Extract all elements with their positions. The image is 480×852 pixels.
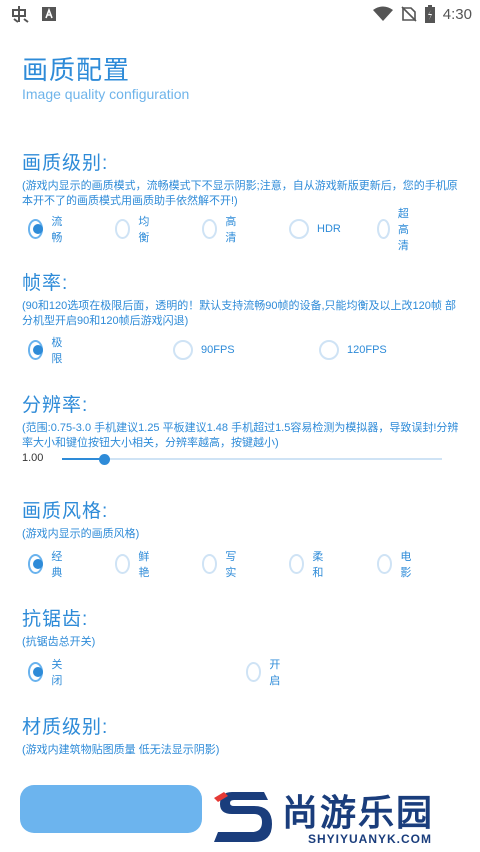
resolution-section: 分辨率: (范围:0.75-3.0 手机建议1.25 平板建议1.48 手机超过…	[22, 390, 462, 451]
radio-dot	[28, 219, 44, 239]
radio-style-vivid[interactable]: 鲜艳	[115, 551, 154, 579]
radio-fps-120[interactable]: 120FPS	[319, 339, 387, 361]
section-description: (游戏内显示的画质模式，流畅模式下不显示阴影;注意，自从游戏新版更新后，您的手机…	[22, 180, 458, 207]
resolution-value: 1.00	[22, 452, 44, 464]
radio-label: 鲜艳	[138, 551, 150, 579]
radio-label: 柔和	[312, 551, 324, 579]
resolution-slider-row: 1.00	[22, 450, 442, 468]
section-title: 材质级别:	[22, 717, 109, 738]
radio-quality-smooth[interactable]: 流畅	[28, 216, 67, 244]
section-title: 分辨率:	[22, 395, 89, 416]
radio-style-movie[interactable]: 电影	[377, 551, 416, 579]
radio-dot	[289, 554, 305, 574]
status-bar: 4:30	[0, 0, 480, 28]
radio-label: 均衡	[138, 216, 150, 244]
radio-antialias-off[interactable]: 关闭	[28, 659, 67, 687]
radio-label: 开启	[269, 659, 281, 687]
radio-dot	[115, 219, 131, 239]
section-description: (抗锯齿总开关)	[22, 636, 96, 648]
quality-level-section: 画质级别: (游戏内显示的画质模式，流畅模式下不显示阴影;注意，自从游戏新版更新…	[22, 148, 462, 209]
radio-style-realistic[interactable]: 写实	[202, 551, 241, 579]
antialias-section: 抗锯齿: (抗锯齿总开关)	[22, 604, 462, 650]
radio-dot	[173, 340, 193, 360]
wifi-icon	[372, 6, 393, 21]
radio-quality-balanced[interactable]: 均衡	[115, 216, 154, 244]
radio-quality-hd[interactable]: 高清	[202, 216, 241, 244]
radio-dot	[115, 554, 131, 574]
battery-charging-icon	[424, 5, 435, 23]
radio-quality-ultra-hd[interactable]: 超高清	[377, 208, 416, 252]
style-section: 画质风格: (游戏内显示的画质风格)	[22, 496, 462, 542]
radio-label: 90FPS	[201, 344, 235, 356]
watermark-url: SHYIYUANYK.COM	[308, 832, 433, 846]
watermark-text: 尚游乐园	[282, 792, 435, 833]
radio-label: 流畅	[51, 216, 63, 244]
radio-dot	[289, 219, 309, 239]
text-notification-icon	[42, 7, 56, 21]
radio-antialias-on[interactable]: 开启	[246, 659, 285, 687]
radio-dot	[28, 554, 44, 574]
section-description: (范围:0.75-3.0 手机建议1.25 平板建议1.48 手机超过1.5容易…	[22, 422, 459, 449]
radio-fps-90[interactable]: 90FPS	[173, 339, 235, 361]
apply-button[interactable]	[20, 785, 202, 833]
radio-dot	[377, 554, 393, 574]
radio-label: 电影	[400, 551, 412, 579]
frame-rate-section: 帧率: (90和120选项在极限后面，透明的！默认支持流畅90帧的设备,只能均衡…	[22, 268, 462, 329]
section-title: 画质风格:	[22, 501, 109, 522]
radio-quality-hdr[interactable]: HDR	[289, 218, 341, 240]
material-section: 材质级别: (游戏内建筑物贴图质量 低无法显示阴影)	[22, 712, 462, 758]
radio-label: 120FPS	[347, 344, 387, 356]
radio-label: 写实	[225, 551, 237, 579]
slider-fill	[62, 458, 105, 460]
app-notification-icon	[12, 6, 29, 23]
status-time: 4:30	[442, 5, 472, 23]
radio-fps-extreme[interactable]: 极限	[28, 337, 67, 365]
section-title: 画质级别:	[22, 153, 109, 174]
radio-dot	[377, 219, 390, 239]
section-description: (90和120选项在极限后面，透明的！默认支持流畅90帧的设备,只能均衡及以上改…	[22, 300, 456, 327]
radio-dot	[28, 662, 44, 682]
radio-dot	[202, 554, 218, 574]
page-title: 画质配置	[22, 55, 131, 85]
radio-label: 极限	[51, 337, 63, 365]
radio-label: 超高清	[397, 208, 409, 252]
radio-style-soft[interactable]: 柔和	[289, 551, 328, 579]
section-description: (游戏内显示的画质风格)	[22, 528, 140, 540]
section-title: 抗锯齿:	[22, 609, 89, 630]
watermark-logo-icon	[214, 792, 272, 842]
radio-dot	[246, 662, 262, 682]
resolution-slider[interactable]	[62, 454, 442, 465]
page-subtitle: Image quality configuration	[22, 86, 190, 102]
radio-dot	[28, 340, 44, 360]
slider-thumb[interactable]	[99, 454, 111, 465]
radio-dot	[202, 219, 218, 239]
section-title: 帧率:	[22, 273, 69, 294]
radio-label: 经典	[51, 551, 63, 579]
radio-label: 关闭	[51, 659, 63, 687]
watermark: 尚游乐园 SHYIYUANYK.COM	[204, 780, 480, 852]
radio-dot	[319, 340, 339, 360]
radio-style-classic[interactable]: 经典	[28, 551, 67, 579]
no-sim-icon	[401, 6, 417, 22]
section-description: (游戏内建筑物贴图质量 低无法显示阴影)	[22, 744, 220, 756]
radio-label: HDR	[317, 223, 341, 235]
radio-label: 高清	[225, 216, 237, 244]
